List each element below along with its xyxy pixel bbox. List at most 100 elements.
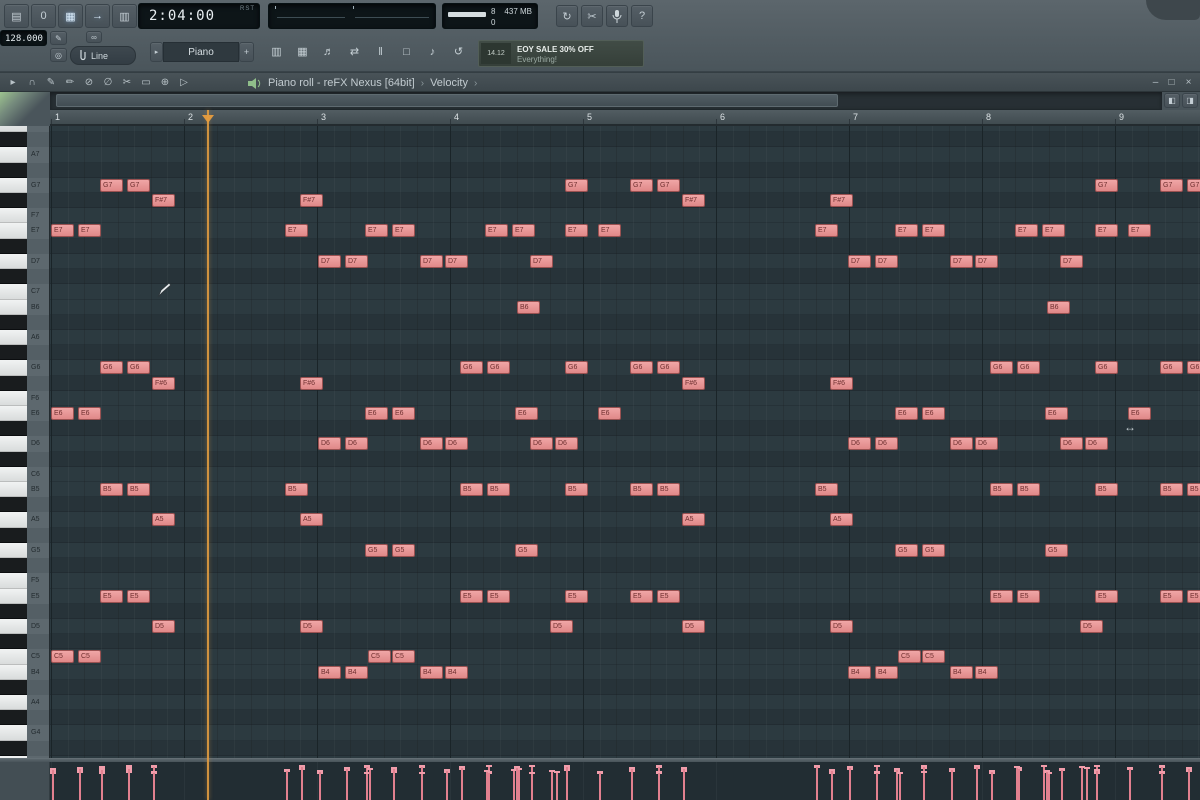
- midi-note[interactable]: E7: [815, 224, 838, 238]
- white-key[interactable]: [0, 147, 27, 163]
- midi-note[interactable]: D5: [152, 619, 175, 633]
- midi-note[interactable]: E6: [515, 406, 538, 420]
- white-key[interactable]: [0, 253, 27, 270]
- midi-note[interactable]: G5: [392, 543, 415, 557]
- velocity-stem[interactable]: [658, 771, 660, 800]
- midi-note[interactable]: E7: [1128, 224, 1151, 238]
- white-key[interactable]: [0, 664, 27, 680]
- black-key[interactable]: [0, 314, 27, 330]
- midi-note[interactable]: E7: [285, 224, 308, 238]
- midi-note[interactable]: D6: [420, 437, 443, 451]
- velocity-stem[interactable]: [52, 768, 54, 800]
- help-button[interactable]: ?: [631, 5, 653, 27]
- white-key[interactable]: [0, 482, 27, 498]
- midi-note[interactable]: B4: [345, 665, 368, 679]
- midi-note[interactable]: D5: [682, 619, 705, 633]
- magnet-snap-icon[interactable]: ∩: [23, 75, 41, 91]
- midi-note[interactable]: E7: [485, 224, 508, 238]
- velocity-stem[interactable]: [486, 770, 488, 800]
- midi-note[interactable]: D6: [1085, 437, 1108, 451]
- midi-note[interactable]: D7: [318, 254, 341, 268]
- midi-note[interactable]: A5: [830, 513, 853, 527]
- velocity-stem[interactable]: [1018, 767, 1020, 800]
- white-key[interactable]: [0, 436, 27, 452]
- midi-note[interactable]: D7: [530, 254, 553, 268]
- black-key[interactable]: [0, 345, 27, 361]
- velocity-stem[interactable]: [153, 771, 155, 800]
- slice-tool-icon[interactable]: ✂: [118, 75, 136, 91]
- midi-note[interactable]: G6: [1095, 361, 1118, 375]
- clipboard-view-icon[interactable]: □: [394, 43, 419, 62]
- black-key[interactable]: [0, 527, 27, 543]
- midi-note[interactable]: E7: [512, 224, 535, 238]
- midi-note[interactable]: F#7: [830, 194, 853, 208]
- velocity-stem[interactable]: [488, 771, 490, 800]
- velocity-stem[interactable]: [631, 767, 633, 800]
- midi-note[interactable]: B5: [815, 483, 838, 497]
- toolbar-grip-icon[interactable]: ▤: [4, 4, 29, 28]
- minimize-button[interactable]: –: [1148, 75, 1163, 90]
- close-button[interactable]: ×: [1181, 75, 1196, 90]
- midi-note[interactable]: C5: [368, 650, 391, 664]
- menu-arrow-icon[interactable]: ▸: [4, 75, 22, 91]
- velocity-stem[interactable]: [393, 767, 395, 800]
- velocity-stem[interactable]: [1161, 771, 1163, 800]
- midi-note[interactable]: F#6: [152, 376, 175, 390]
- white-key[interactable]: [0, 466, 27, 483]
- midi-note[interactable]: E5: [1187, 589, 1200, 603]
- black-key[interactable]: [0, 238, 27, 254]
- velocity-stem[interactable]: [1188, 767, 1190, 800]
- midi-note[interactable]: D6: [318, 437, 341, 451]
- midi-note[interactable]: D6: [345, 437, 368, 451]
- midi-note[interactable]: C5: [392, 650, 415, 664]
- midi-note[interactable]: B4: [950, 665, 973, 679]
- midi-note[interactable]: B4: [875, 665, 898, 679]
- midi-note[interactable]: E6: [392, 406, 415, 420]
- midi-note[interactable]: D5: [300, 619, 323, 633]
- velocity-stem[interactable]: [516, 766, 518, 800]
- midi-note[interactable]: B6: [517, 300, 540, 314]
- white-key[interactable]: [0, 649, 27, 665]
- black-key[interactable]: [0, 634, 27, 650]
- midi-note[interactable]: E5: [1095, 589, 1118, 603]
- midi-note[interactable]: F#6: [830, 376, 853, 390]
- midi-note[interactable]: G7: [657, 178, 680, 192]
- black-key[interactable]: [0, 162, 27, 178]
- midi-note[interactable]: G6: [565, 361, 588, 375]
- channel-prev-button[interactable]: ▸: [150, 42, 163, 62]
- midi-note[interactable]: G6: [100, 361, 123, 375]
- delete-tool-icon[interactable]: ⊘: [80, 75, 98, 91]
- velocity-stem[interactable]: [101, 768, 103, 800]
- velocity-stem[interactable]: [849, 766, 851, 800]
- midi-note[interactable]: G5: [365, 543, 388, 557]
- midi-note[interactable]: E7: [1015, 224, 1038, 238]
- white-key[interactable]: [0, 694, 27, 711]
- midi-note[interactable]: B5: [990, 483, 1013, 497]
- white-key[interactable]: [0, 573, 27, 589]
- midi-note[interactable]: E7: [78, 224, 101, 238]
- midi-note[interactable]: B5: [1160, 483, 1183, 497]
- velocity-stem[interactable]: [1061, 768, 1063, 800]
- black-key[interactable]: [0, 679, 27, 695]
- velocity-stem[interactable]: [421, 772, 423, 800]
- scroll-option-button-2[interactable]: ◨: [1182, 93, 1198, 108]
- channel-selector[interactable]: Piano: [163, 42, 239, 62]
- black-key[interactable]: [0, 451, 27, 467]
- scroll-option-button-1[interactable]: ◧: [1164, 93, 1180, 108]
- timeline-ruler[interactable]: 1 2 3 4 5 6 7 8 9: [50, 110, 1200, 126]
- pencil-small-button[interactable]: ✎: [50, 31, 67, 45]
- black-key[interactable]: [0, 603, 27, 619]
- midi-note[interactable]: D7: [1060, 254, 1083, 268]
- velocity-stem[interactable]: [951, 768, 953, 800]
- midi-note[interactable]: B5: [487, 483, 510, 497]
- velocity-lane[interactable]: [50, 762, 1200, 800]
- midi-note[interactable]: E5: [1160, 589, 1183, 603]
- midi-note[interactable]: D7: [875, 254, 898, 268]
- note-grid[interactable]: E7 E7 E6 E6 C5 C5 G7 G7 G6 G6 B5 B5 E5 E5 F#7 F#6 A5 D5 E7…: [50, 126, 1200, 758]
- midi-note[interactable]: E5: [565, 589, 588, 603]
- velocity-stem[interactable]: [346, 767, 348, 800]
- velocity-stem[interactable]: [991, 770, 993, 800]
- midi-note[interactable]: E6: [78, 406, 101, 420]
- velocity-stem[interactable]: [876, 771, 878, 800]
- oscilloscope-panel[interactable]: [268, 3, 436, 29]
